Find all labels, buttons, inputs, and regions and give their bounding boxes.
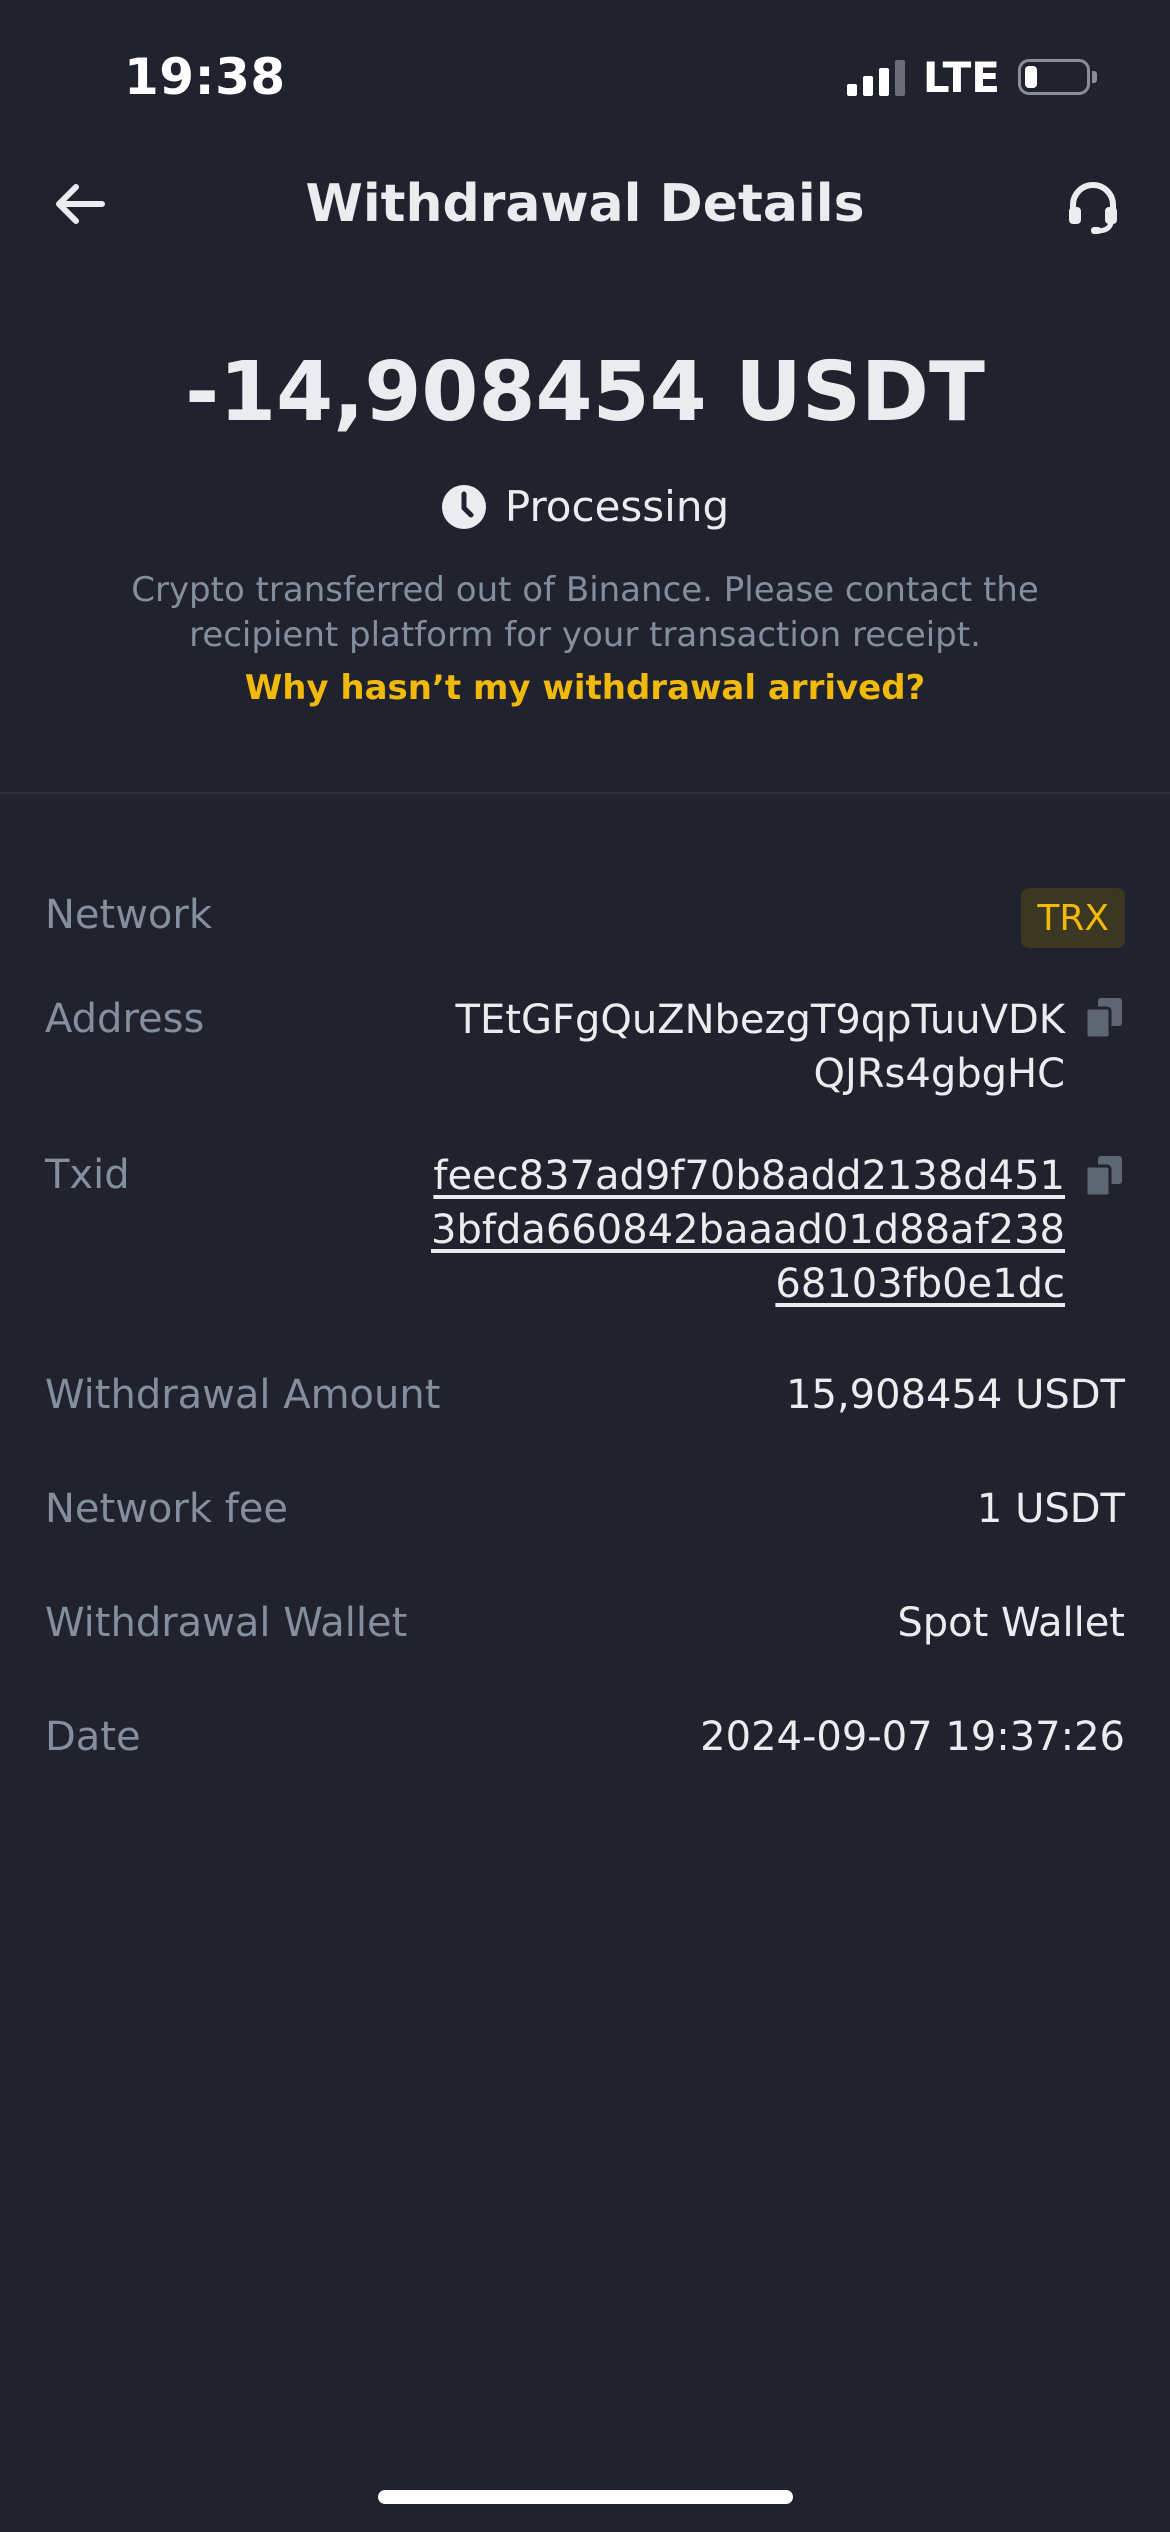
date-value: 2024-09-07 19:37:26 <box>700 1714 1125 1760</box>
withdrawal-wallet-label: Withdrawal Wallet <box>45 1600 408 1646</box>
address-value: TEtGFgQuZNbezgT9qpTuuVDK QJRs4gbgHC <box>455 997 1065 1097</box>
copy-txid-icon[interactable] <box>1086 1156 1122 1196</box>
status-indicators: LTE <box>846 52 1097 102</box>
support-button[interactable] <box>1058 172 1128 242</box>
network-badge: TRX <box>1021 888 1125 948</box>
network-fee-value: 1 USDT <box>976 1486 1125 1532</box>
headset-icon <box>1069 182 1117 234</box>
txid-link[interactable]: feec837ad9f70b8add2138d451 3bfda660842ba… <box>365 1149 1065 1311</box>
battery-icon <box>1018 59 1097 95</box>
status-text: Processing <box>504 482 730 531</box>
withdrawal-amount-value: 15,908454 USDT <box>786 1372 1125 1418</box>
clock-icon <box>441 484 486 529</box>
status-description: Crypto transferred out of Binance. Pleas… <box>131 570 1039 655</box>
withdrawal-amount-title: -14,908454 USDT <box>185 345 985 440</box>
address-label: Address <box>45 996 205 1042</box>
withdrawal-amount-label: Withdrawal Amount <box>45 1372 441 1418</box>
withdrawal-wallet-value: Spot Wallet <box>897 1600 1125 1646</box>
network-label: Network <box>45 892 213 938</box>
date-label: Date <box>45 1714 141 1760</box>
status-time: 19:38 <box>124 48 286 106</box>
withdrawal-help-link[interactable]: Why hasn’t my withdrawal arrived? <box>0 668 1170 708</box>
copy-address-icon[interactable] <box>1086 998 1122 1038</box>
divider <box>0 792 1170 794</box>
network-fee-label: Network fee <box>45 1486 289 1532</box>
home-indicator[interactable] <box>378 2490 793 2504</box>
status-row: Processing <box>0 482 1170 531</box>
signal-icon <box>846 58 905 96</box>
network-type: LTE <box>922 52 1000 102</box>
txid-label: Txid <box>45 1152 130 1198</box>
page-title: Withdrawal Details <box>305 174 865 234</box>
